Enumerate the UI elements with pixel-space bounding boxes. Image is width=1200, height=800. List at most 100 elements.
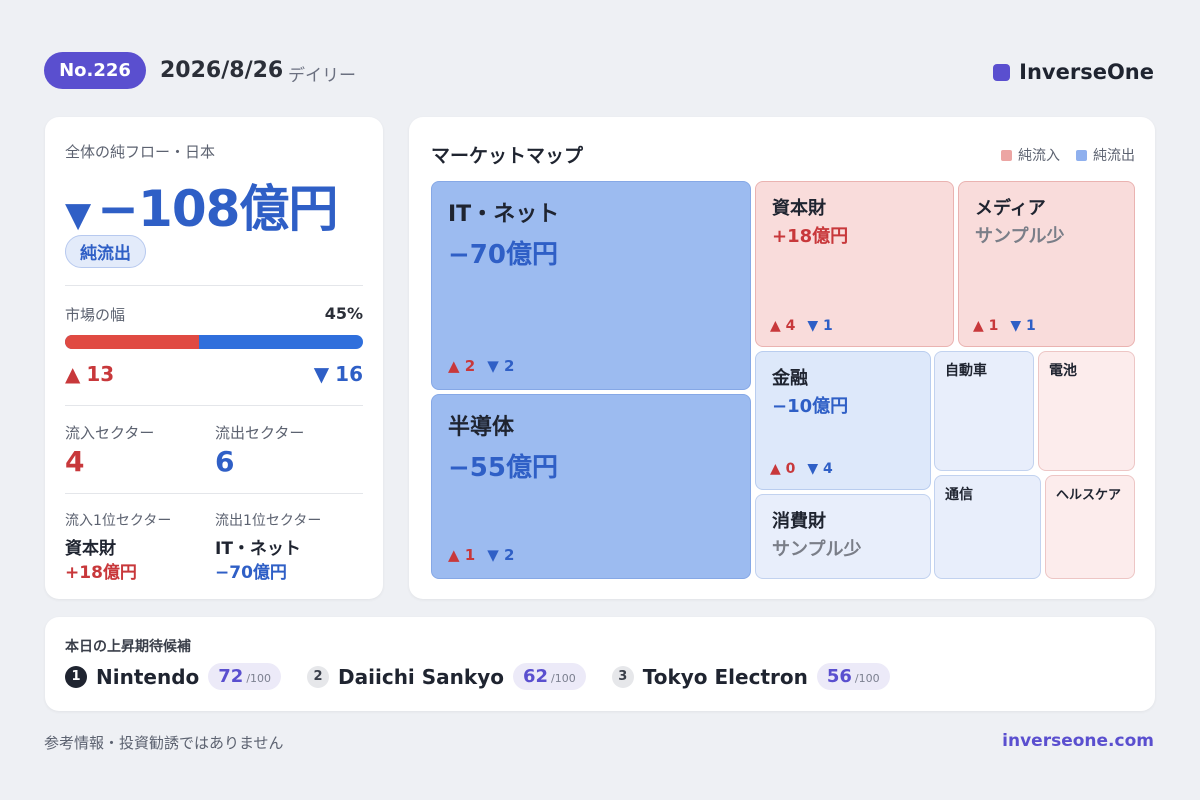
down-arrow-icon: ▼ — [65, 195, 92, 235]
brand-name: InverseOne — [1019, 60, 1154, 84]
rank-badge: 2 — [307, 665, 330, 688]
sector-value: +18億円 — [772, 226, 849, 247]
candidate-item[interactable]: 2 Daiichi Sankyo 62 /100 — [307, 663, 586, 690]
sector-up-count: ▲ 4 — [770, 318, 796, 334]
outflow-legend-swatch — [1076, 149, 1087, 161]
sector-counts: ▲ 0 ▼ 4 — [770, 461, 833, 477]
down-count-value: 16 — [335, 362, 363, 386]
top-outflow-label: 流出1位セクター — [215, 513, 322, 529]
outflow-sectors-label: 流出セクター — [215, 424, 305, 442]
sector-counts: ▲ 1 ▼ 1 — [973, 318, 1036, 334]
sector-counts: ▲ 2 ▼ 2 — [448, 357, 514, 375]
top-outflow-name: IT・ネット — [215, 539, 301, 559]
score-max: /100 — [551, 672, 576, 685]
site-link[interactable]: inverseone.com — [1002, 731, 1154, 751]
sector-up-count: ▲ 1 — [448, 546, 476, 564]
sector-value: サンプル少 — [975, 226, 1065, 247]
sector-name: 電池 — [1049, 363, 1077, 379]
up-count-value: 13 — [86, 362, 115, 386]
sector-tile-telecom[interactable]: 通信 — [934, 475, 1041, 579]
sector-name: ヘルスケア — [1056, 488, 1122, 503]
sector-name: 消費財 — [772, 511, 826, 532]
sector-name: 金融 — [772, 368, 808, 389]
candidate-name: Daiichi Sankyo — [338, 664, 504, 689]
summary-title: 全体の純フロー・日本 — [65, 143, 216, 161]
sector-tile-finance[interactable]: 金融 −10億円 ▲ 0 ▼ 4 — [755, 351, 931, 490]
sector-name: 半導体 — [448, 415, 515, 440]
net-flow: ▼ −108億円 — [65, 169, 338, 241]
breadth-bar-fill — [65, 335, 200, 349]
top-inflow-value: +18億円 — [65, 563, 137, 583]
score-pill: 72 /100 — [208, 663, 282, 690]
sector-tile-semiconductor[interactable]: 半導体 −55億円 ▲ 1 ▼ 2 — [431, 394, 751, 579]
top-inflow-name: 資本財 — [65, 539, 116, 559]
score-value: 56 — [826, 666, 852, 687]
legend-inflow-label: 純流入 — [1018, 148, 1060, 164]
sector-down-count: ▼ 1 — [807, 318, 833, 334]
candidates-title: 本日の上昇期待候補 — [65, 639, 191, 655]
divider — [65, 285, 363, 286]
score-pill: 62 /100 — [512, 663, 586, 690]
sector-down-count: ▼ 2 — [487, 546, 515, 564]
market-map-legend: 純流入 純流出 — [1001, 145, 1135, 165]
sector-name: メディア — [975, 198, 1046, 219]
score-value: 72 — [218, 666, 244, 687]
sector-tile-capital-goods[interactable]: 資本財 +18億円 ▲ 4 ▼ 1 — [755, 181, 954, 347]
score-pill: 56 /100 — [816, 663, 890, 690]
net-flow-value: −108億円 — [97, 180, 338, 238]
market-map-card: マーケットマップ 純流入 純流出 IT・ネット −70億円 ▲ 2 ▼ 2 半導… — [409, 117, 1155, 599]
candidate-name: Tokyo Electron — [642, 664, 808, 689]
divider — [65, 493, 363, 494]
sector-tile-battery[interactable]: 電池 — [1038, 351, 1135, 471]
report-date: 2026/8/26 — [160, 58, 284, 83]
rank-badge: 3 — [611, 665, 634, 688]
sector-tile-media[interactable]: メディア サンプル少 ▲ 1 ▼ 1 — [958, 181, 1135, 347]
brand: InverseOne — [993, 60, 1154, 84]
sector-counts: ▲ 1 ▼ 2 — [448, 546, 514, 564]
sector-up-count: ▲ 0 — [770, 461, 796, 477]
market-map-title: マーケットマップ — [431, 145, 584, 167]
summary-card: 全体の純フロー・日本 ▼ −108億円 純流出 市場の幅 45% ▲ 13 ▼ 16… — [45, 117, 383, 599]
edition-label: デイリー — [288, 66, 356, 86]
outflow-sectors-count: 6 — [215, 445, 235, 478]
score-max: /100 — [246, 672, 272, 685]
inflow-sectors-label: 流入セクター — [65, 424, 155, 442]
sector-down-count: ▼ 4 — [807, 461, 833, 477]
divider — [65, 405, 363, 406]
sector-tile-it[interactable]: IT・ネット −70億円 ▲ 2 ▼ 2 — [431, 181, 751, 390]
score-max: /100 — [854, 672, 880, 685]
brand-logo-icon — [993, 63, 1011, 81]
sector-value: −70億円 — [448, 240, 558, 270]
candidate-name: Nintendo — [96, 664, 200, 689]
sector-name: 自動車 — [945, 363, 987, 379]
disclaimer: 参考情報・投資勧誘ではありません — [44, 734, 284, 752]
up-count: ▲ 13 — [65, 362, 114, 386]
candidates-card: 本日の上昇期待候補 1 Nintendo 72 /100 2 Daiichi S… — [45, 617, 1155, 711]
sector-name: 資本財 — [772, 198, 826, 219]
sector-value: −10億円 — [772, 396, 849, 417]
candidates-list: 1 Nintendo 72 /100 2 Daiichi Sankyo 62 /… — [65, 663, 890, 690]
sector-counts: ▲ 4 ▼ 1 — [770, 318, 833, 334]
flow-status-badge: 純流出 — [65, 235, 146, 268]
down-arrow-icon: ▼ — [313, 362, 330, 386]
inflow-legend-swatch — [1001, 149, 1012, 161]
candidate-item[interactable]: 1 Nintendo 72 /100 — [65, 663, 282, 690]
sector-value: −55億円 — [448, 453, 558, 483]
score-value: 62 — [522, 666, 549, 687]
breadth-bar — [65, 335, 363, 349]
sector-name: 通信 — [945, 487, 973, 503]
sector-tile-consumer-goods[interactable]: 消費財 サンプル少 — [755, 494, 931, 579]
breadth-label: 市場の幅 — [65, 306, 126, 324]
sector-name: IT・ネット — [448, 202, 560, 227]
rank-badge: 1 — [65, 665, 87, 688]
sector-up-count: ▲ 1 — [973, 318, 999, 334]
candidate-item[interactable]: 3 Tokyo Electron 56 /100 — [611, 663, 890, 690]
top-inflow-label: 流入1位セクター — [65, 513, 172, 529]
sector-tile-healthcare[interactable]: ヘルスケア — [1045, 475, 1135, 579]
top-outflow-value: −70億円 — [215, 563, 287, 583]
sector-down-count: ▼ 2 — [487, 357, 515, 375]
sector-tile-automotive[interactable]: 自動車 — [934, 351, 1034, 471]
up-arrow-icon: ▲ — [65, 362, 81, 386]
legend-outflow-label: 純流出 — [1093, 148, 1135, 164]
issue-badge: No.226 — [44, 52, 146, 89]
